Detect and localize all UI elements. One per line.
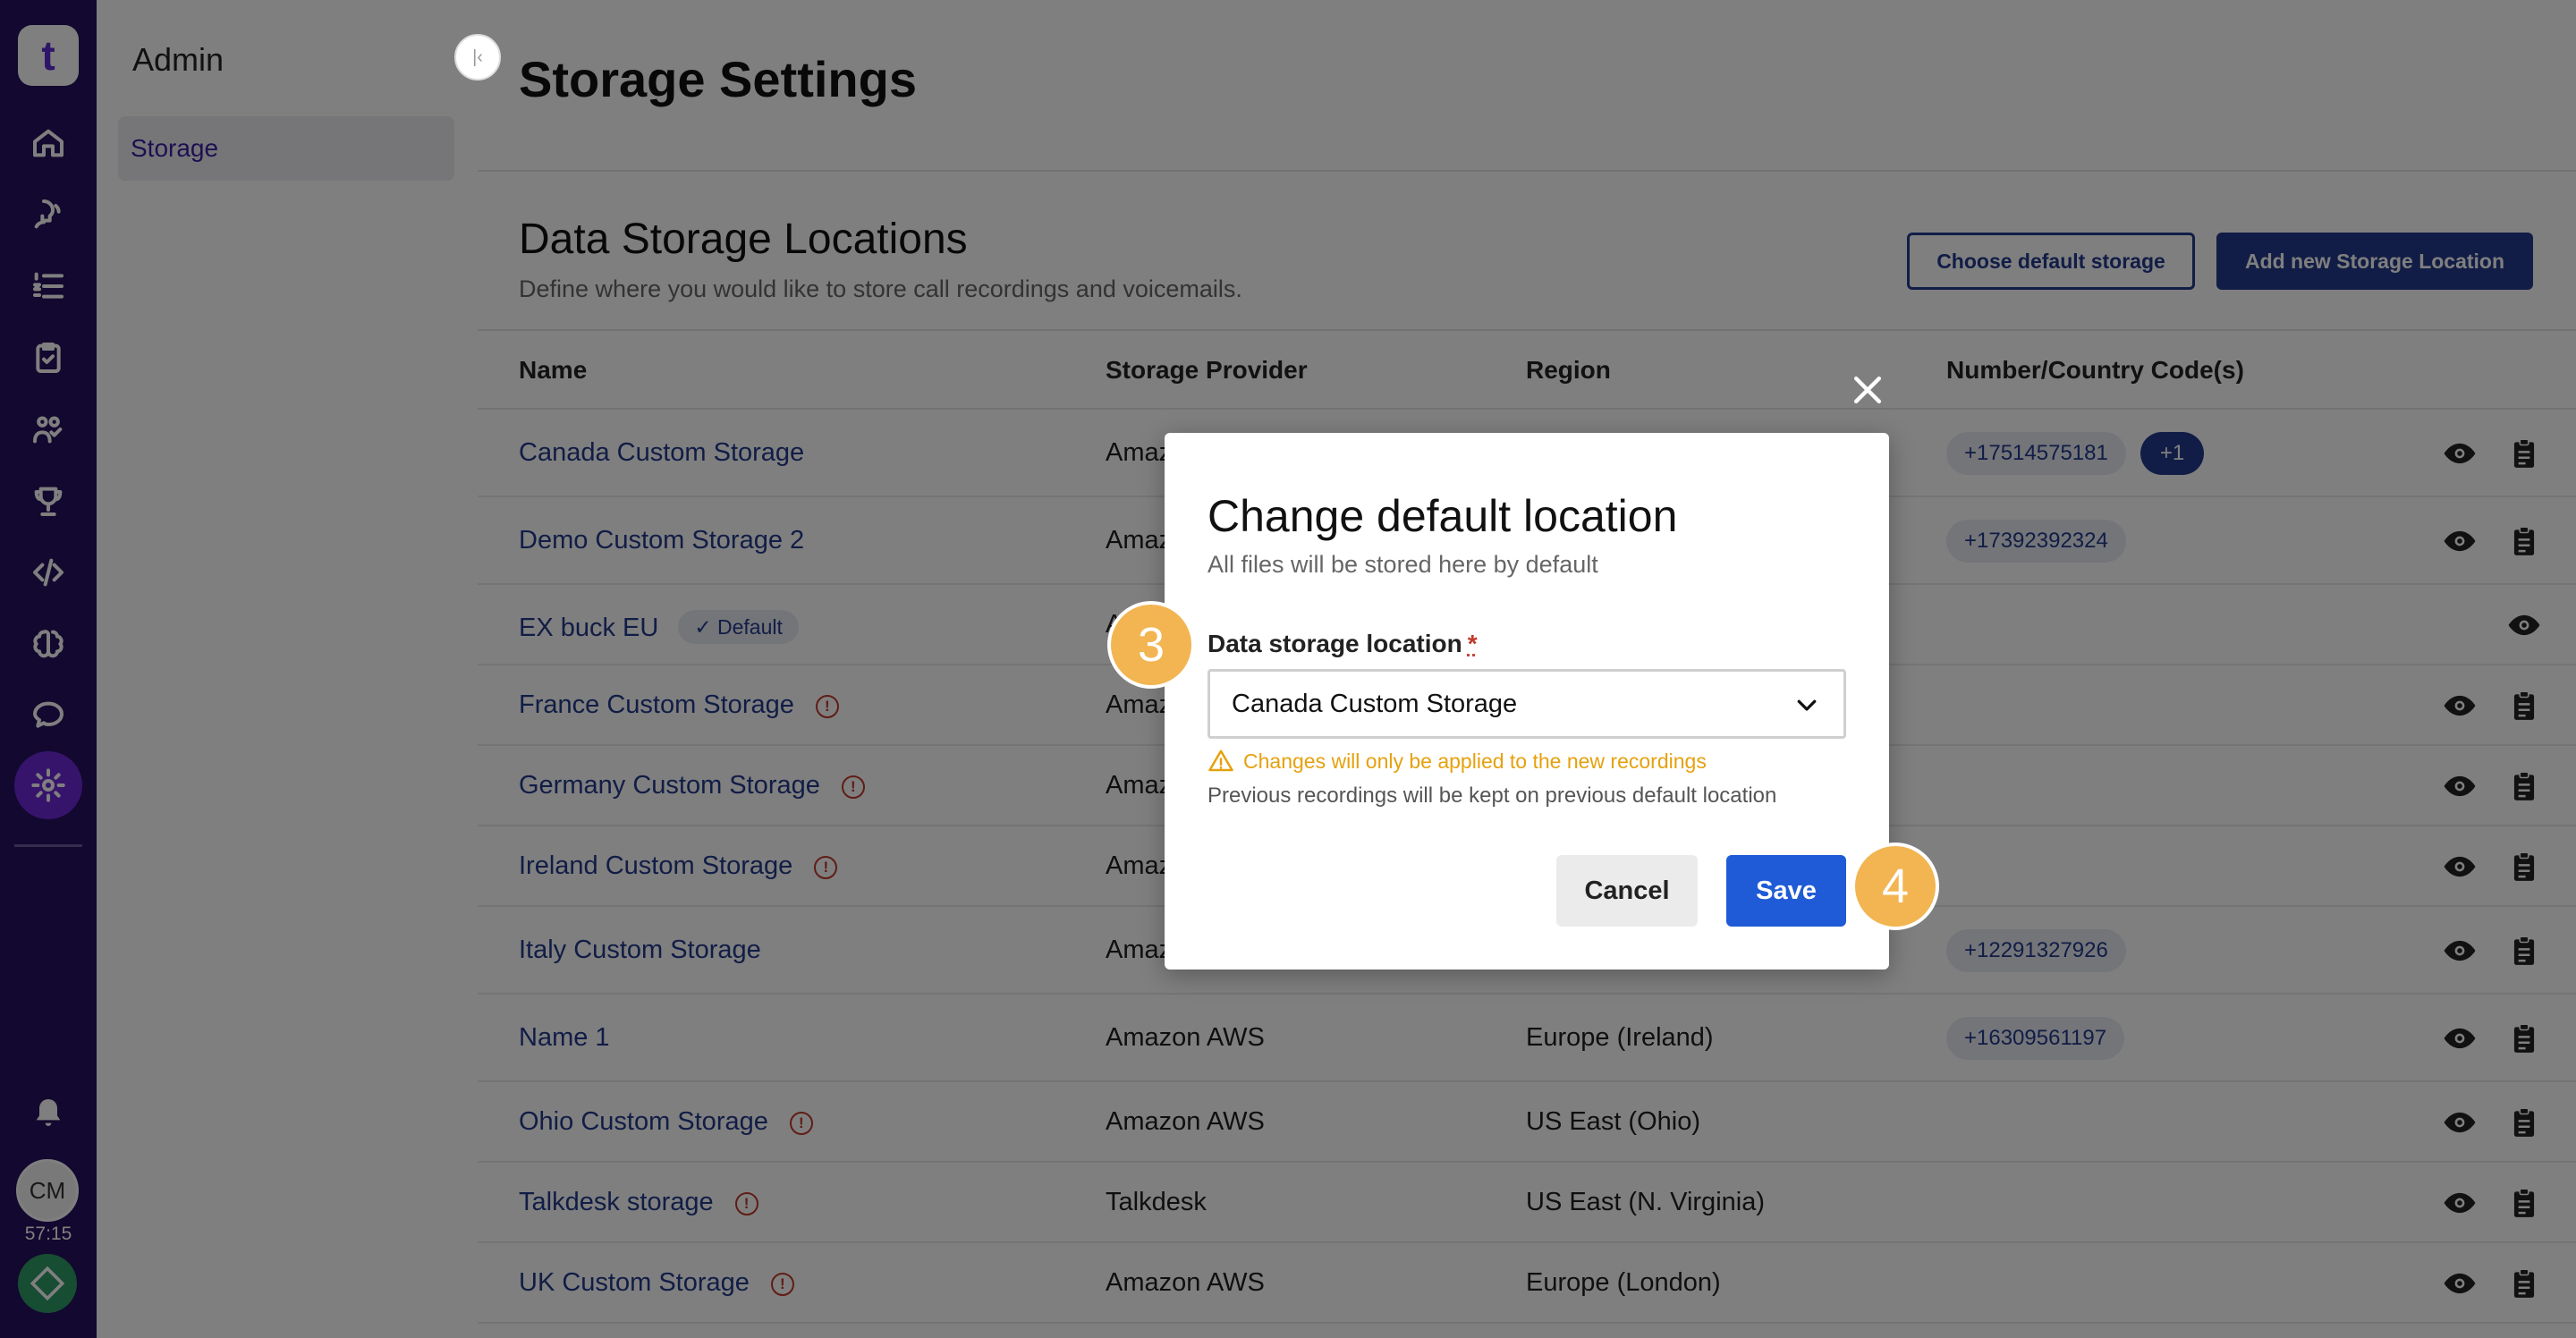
change-default-dialog: Change default location All files will b… bbox=[1165, 433, 1889, 970]
collapse-sidebar-icon[interactable]: |‹ bbox=[454, 34, 501, 80]
step-marker-4: 4 bbox=[1852, 843, 1939, 930]
warning-icon bbox=[1208, 749, 1233, 772]
cancel-button[interactable]: Cancel bbox=[1556, 855, 1698, 927]
warning-text: Changes will only be applied to the new … bbox=[1243, 749, 1707, 773]
field-label-text: Data storage location bbox=[1208, 630, 1462, 657]
dialog-subtitle: All files will be stored here by default bbox=[1208, 551, 1598, 578]
close-icon[interactable] bbox=[1848, 370, 1887, 410]
dialog-note: Previous recordings will be kept on prev… bbox=[1208, 783, 1777, 808]
warning-message: Changes will only be applied to the new … bbox=[1208, 748, 1707, 775]
save-button[interactable]: Save bbox=[1726, 855, 1846, 927]
chevron-down-icon bbox=[1797, 699, 1817, 711]
required-mark: * bbox=[1467, 630, 1478, 657]
storage-location-select[interactable]: Canada Custom Storage bbox=[1208, 669, 1846, 739]
field-label: Data storage location * bbox=[1208, 630, 1478, 658]
dialog-title: Change default location bbox=[1208, 491, 1678, 541]
step-marker-3: 3 bbox=[1107, 601, 1195, 689]
select-value: Canada Custom Storage bbox=[1232, 689, 1518, 718]
